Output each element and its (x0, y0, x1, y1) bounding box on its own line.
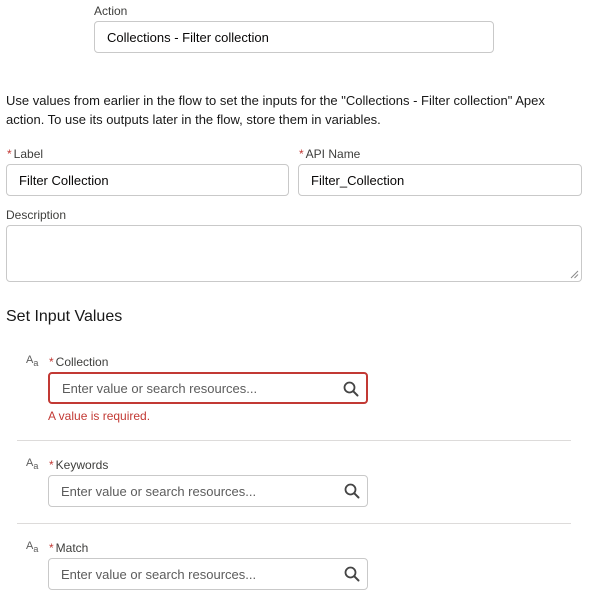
collection-input[interactable]: Enter value or search resources... (48, 372, 368, 404)
label-input[interactable]: Filter Collection (6, 164, 289, 196)
action-field[interactable]: Collections - Filter collection (94, 21, 494, 53)
text-type-icon: Aa (26, 540, 39, 555)
label-field-label: * Label (7, 147, 44, 161)
required-marker: * (299, 147, 304, 161)
divider (17, 523, 571, 524)
intro-text: Use values from earlier in the flow to s… (6, 93, 545, 127)
description-textarea[interactable] (6, 225, 582, 282)
resize-handle-icon[interactable] (570, 270, 579, 279)
search-icon[interactable] (343, 482, 361, 500)
section-title: Set Input Values (6, 308, 123, 325)
collection-error-text: A value is required. (48, 409, 151, 423)
search-icon[interactable] (342, 380, 360, 398)
description-label: Description (6, 208, 67, 222)
keywords-input-placeholder: Enter value or search resources... (61, 483, 257, 499)
action-value: Collections - Filter collection (107, 29, 269, 45)
match-label: * Match (49, 541, 89, 555)
required-marker: * (7, 147, 12, 161)
divider (17, 440, 571, 441)
required-marker: * (49, 541, 54, 555)
api-name-field-label: * API Name (299, 147, 361, 161)
match-input[interactable]: Enter value or search resources... (48, 558, 368, 590)
keywords-label: * Keywords (49, 458, 109, 472)
keywords-input[interactable]: Enter value or search resources... (48, 475, 368, 507)
api-name-input-value: Filter_Collection (311, 172, 405, 188)
collection-label: * Collection (49, 355, 109, 369)
required-marker: * (49, 355, 54, 369)
text-type-icon: Aa (26, 354, 39, 369)
match-input-placeholder: Enter value or search resources... (61, 566, 257, 582)
search-icon[interactable] (343, 565, 361, 583)
action-label: Action (94, 4, 128, 18)
text-type-icon: Aa (26, 457, 39, 472)
api-name-input[interactable]: Filter_Collection (298, 164, 582, 196)
required-marker: * (49, 458, 54, 472)
collection-input-placeholder: Enter value or search resources... (62, 380, 258, 396)
label-input-value: Filter Collection (19, 172, 109, 188)
